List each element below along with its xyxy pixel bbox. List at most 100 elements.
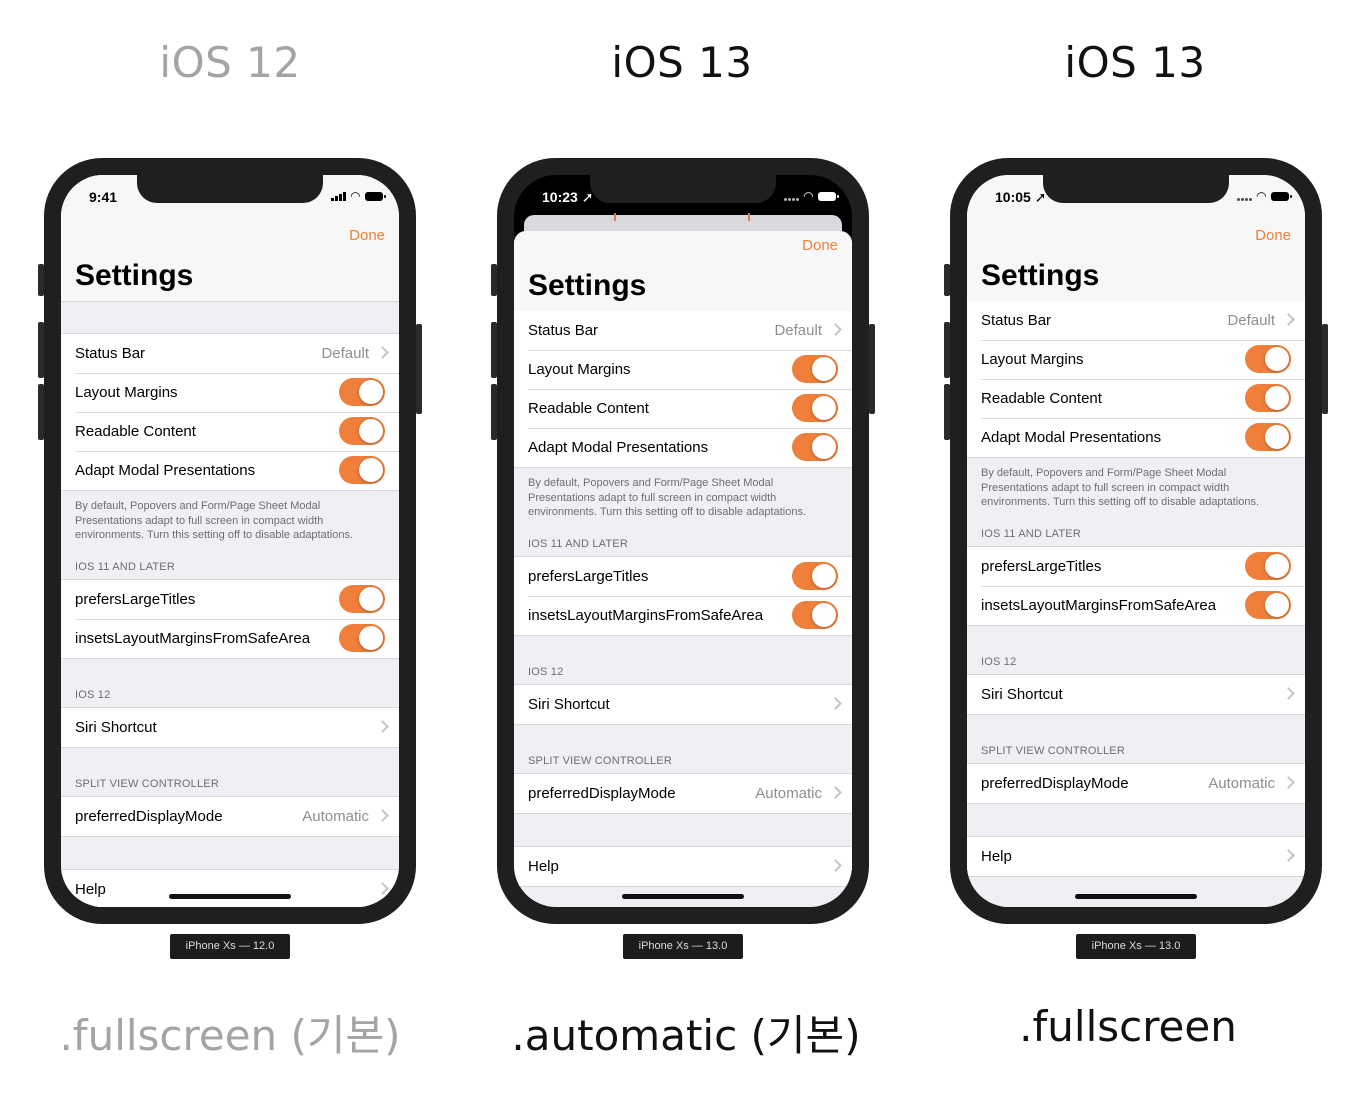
section-header-split-view: SPLIT VIEW CONTROLLER (75, 777, 219, 790)
row-label: prefersLargeTitles (981, 557, 1102, 575)
caption-ios12: .fullscreen (기본) (59, 1011, 401, 1060)
wifi-icon: ◠ (803, 189, 813, 203)
section-header-ios12: IOS 12 (75, 688, 111, 701)
volume-up-button (38, 322, 44, 378)
status-bar-row[interactable]: Status Bar Default (514, 311, 852, 350)
status-time: 10:05 ➚ (995, 189, 1047, 205)
status-bar-row[interactable]: Status Bar Default (61, 334, 399, 373)
home-indicator[interactable] (169, 894, 291, 899)
done-button[interactable]: Done (349, 227, 385, 244)
row-label: prefersLargeTitles (75, 590, 196, 608)
row-label: Status Bar (75, 345, 146, 362)
done-button[interactable]: Done (802, 237, 838, 254)
siri-shortcut-row[interactable]: Siri Shortcut (61, 707, 399, 747)
status-bar: 9:41 ◠ (61, 187, 399, 211)
insets-layout-toggle[interactable] (1245, 590, 1291, 619)
adapt-modal-toggle[interactable] (792, 433, 838, 461)
status-bar: 10:05 ➚ ◠ (967, 187, 1305, 211)
help-row[interactable]: Help (514, 846, 852, 886)
insets-layout-row: insetsLayoutMarginsFromSafeArea (967, 585, 1305, 625)
column-heading-ios13-fullscreen: iOS 13 (1064, 38, 1206, 87)
section-header-split-view: SPLIT VIEW CONTROLLER (981, 744, 1125, 757)
phone-frame-ios13-automatic: 10:23 ➚ ◠ Done Settings Status Bar Defaul… (491, 158, 875, 924)
row-label: Layout Margins (528, 361, 631, 378)
layout-margins-toggle[interactable] (1245, 345, 1291, 373)
readable-content-toggle[interactable] (792, 394, 838, 422)
layout-margins-toggle[interactable] (339, 378, 385, 406)
row-label: preferredDisplayMode (528, 784, 676, 802)
row-label: Siri Shortcut (528, 695, 610, 713)
layout-margins-row: Layout Margins (61, 373, 399, 412)
section-header-ios11: IOS 11 AND LATER (75, 560, 175, 573)
siri-shortcut-row[interactable]: Siri Shortcut (967, 674, 1305, 714)
preferred-display-mode-row[interactable]: preferredDisplayMode Automatic (514, 773, 852, 813)
screen: 10:05 ➚ ◠ Done Settings Status Bar Defaul… (967, 175, 1305, 907)
prefers-large-titles-toggle[interactable] (1245, 551, 1291, 580)
cellular-signal-icon (330, 191, 346, 201)
chevron-right-icon (1282, 686, 1295, 700)
prefers-large-titles-row: prefersLargeTitles (967, 546, 1305, 586)
row-label: preferredDisplayMode (75, 807, 223, 825)
home-indicator[interactable] (1075, 894, 1197, 899)
row-value: Default (1227, 312, 1275, 329)
modal-sheet: Done Settings Status Bar Default Layout M… (514, 231, 852, 907)
chevron-right-icon (376, 808, 389, 822)
section-header-ios11: IOS 11 AND LATER (528, 537, 628, 550)
prefers-large-titles-toggle[interactable] (339, 584, 385, 613)
page-title: Settings (981, 259, 1100, 292)
row-value: Automatic (755, 784, 822, 802)
row-label: Readable Content (981, 390, 1102, 407)
status-bar-row[interactable]: Status Bar Default (967, 301, 1305, 340)
mute-switch (491, 264, 497, 296)
row-value: Default (774, 322, 822, 339)
readable-content-toggle[interactable] (1245, 384, 1291, 412)
readable-content-row: Readable Content (967, 379, 1305, 418)
row-value: Default (321, 345, 369, 362)
layout-margins-row: Layout Margins (967, 340, 1305, 379)
row-label: insetsLayoutMarginsFromSafeArea (75, 629, 311, 647)
row-label: Layout Margins (75, 384, 178, 401)
preferred-display-mode-row[interactable]: preferredDisplayMode Automatic (967, 763, 1305, 803)
layout-margins-toggle[interactable] (792, 355, 838, 383)
row-label: Help (75, 880, 106, 898)
row-value: Automatic (1208, 774, 1275, 792)
home-indicator[interactable] (622, 894, 744, 899)
insets-layout-toggle[interactable] (339, 623, 385, 652)
column-heading-ios12: iOS 12 (159, 38, 301, 87)
side-button (416, 324, 422, 414)
readable-content-toggle[interactable] (339, 417, 385, 445)
readable-content-row: Readable Content (61, 412, 399, 451)
help-row[interactable]: Help (61, 869, 399, 907)
device-label-ios12: iPhone Xs — 12.0 (170, 934, 290, 959)
help-row[interactable]: Help (967, 836, 1305, 876)
adapt-modal-footer: By default, Popovers and Form/Page Sheet… (75, 500, 354, 541)
section-header-ios12: IOS 12 (528, 665, 564, 678)
done-button[interactable]: Done (1255, 227, 1291, 244)
adapt-modal-toggle[interactable] (1245, 423, 1291, 451)
insets-layout-toggle[interactable] (792, 600, 838, 629)
layout-margins-row: Layout Margins (514, 350, 852, 389)
siri-shortcut-row[interactable]: Siri Shortcut (514, 684, 852, 724)
prefers-large-titles-row: prefersLargeTitles (514, 556, 852, 596)
row-label: Siri Shortcut (75, 718, 157, 736)
side-button (1322, 324, 1328, 414)
readable-content-row: Readable Content (514, 389, 852, 428)
status-time: 10:23 ➚ (542, 189, 594, 205)
adapt-modal-footer: By default, Popovers and Form/Page Sheet… (528, 477, 807, 518)
volume-up-button (944, 322, 950, 378)
caption-ios13-fullscreen: .fullscreen (1019, 1002, 1237, 1051)
status-bar: 10:23 ➚ ◠ (514, 187, 852, 211)
row-label: Adapt Modal Presentations (528, 439, 709, 456)
side-button (869, 324, 875, 414)
preferred-display-mode-row[interactable]: preferredDisplayMode Automatic (61, 796, 399, 836)
chevron-right-icon (829, 696, 842, 710)
row-value: Automatic (302, 807, 369, 825)
phone-frame-ios13-fullscreen: 10:05 ➚ ◠ Done Settings Status Bar Defaul… (944, 158, 1328, 924)
prefers-large-titles-toggle[interactable] (792, 561, 838, 590)
section-header-split-view: SPLIT VIEW CONTROLLER (528, 754, 672, 767)
battery-icon (818, 191, 839, 201)
wifi-icon: ◠ (350, 189, 360, 203)
adapt-modal-toggle[interactable] (339, 456, 385, 484)
row-label: Layout Margins (981, 351, 1084, 368)
settings-list: Status Bar Default Layout Margins Readabl… (514, 311, 852, 887)
